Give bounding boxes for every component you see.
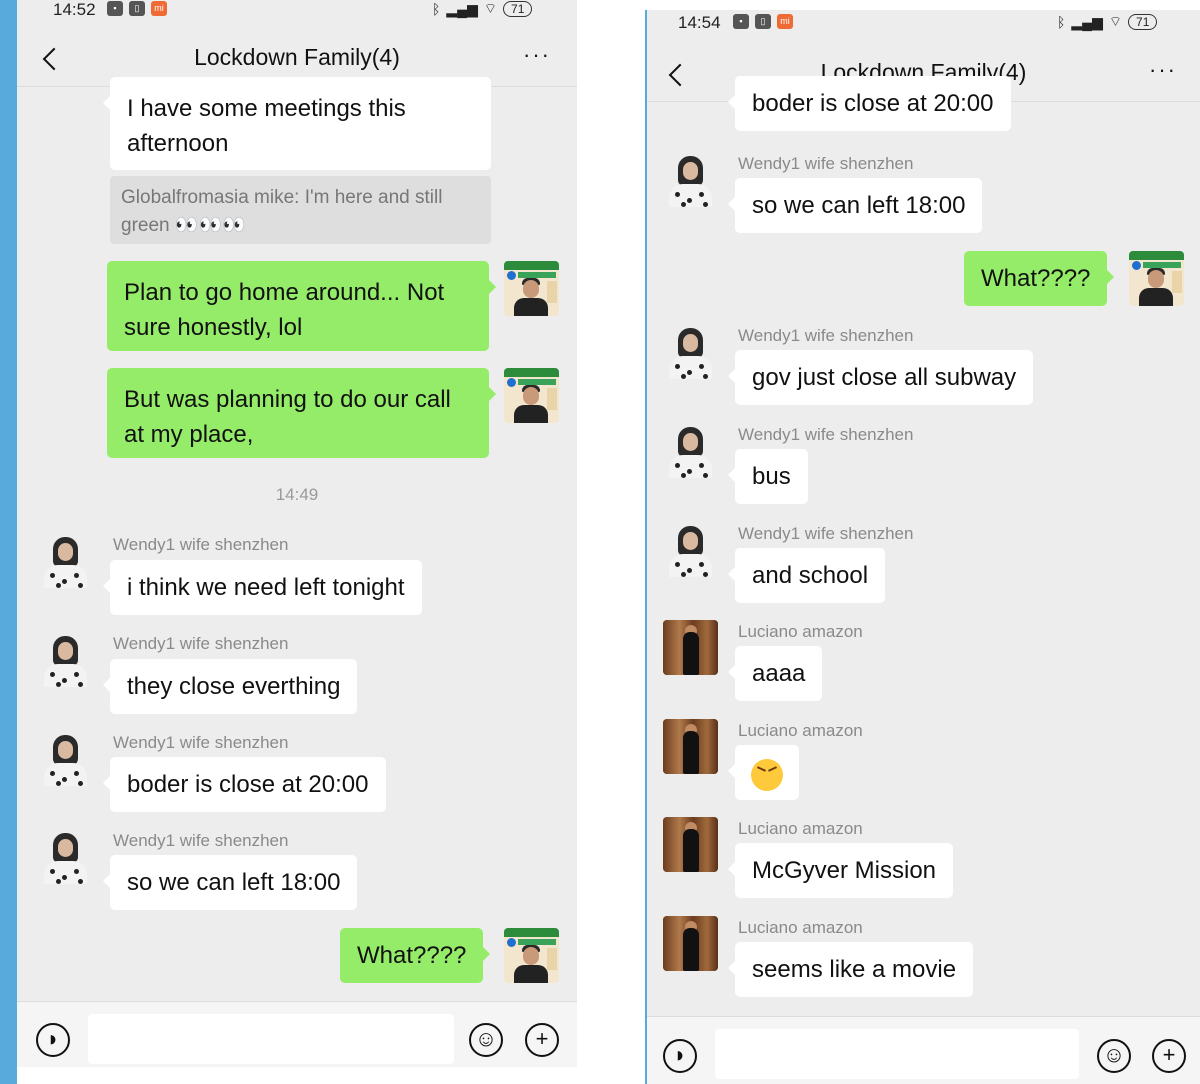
incoming-message-bubble[interactable]: so we can left 18:00 [727,178,983,233]
incoming-message-bubble[interactable]: and school [727,548,886,603]
add-icon[interactable]: + [1152,1039,1186,1073]
bluetooth-icon: ᛒ [1057,14,1066,30]
message-notification-icon: ▪ [107,1,123,16]
chat-title: Lockdown Family(4) [194,44,400,70]
my-avatar[interactable] [504,928,559,983]
message-bubble[interactable]: I have some meetings this afternoon [103,77,491,170]
sim-icon: ▯ [129,1,145,16]
incoming-message-bubble[interactable]: seems like a movie [727,942,974,997]
message-input[interactable] [715,1029,1079,1079]
angry-face-icon [751,758,783,791]
bluetooth-icon: ᛒ [432,1,441,17]
incoming-message-bubble[interactable] [728,745,799,800]
chat-screen-right: 14:54 ▪ ▯ mi ᛒ ▂▄▆ ⌔ 71 Lockdown Family(… [645,10,1200,1084]
status-time: 14:54 [678,13,721,32]
quoted-message[interactable]: Globalfromasia mike: I'm here and still … [110,176,491,244]
sender-name: Luciano amazon [738,819,863,838]
outgoing-message-bubble[interactable]: Plan to go home around... Not sure hones… [107,261,496,351]
sender-avatar[interactable] [663,916,718,971]
chat-screen-left: 14:52 ▪ ▯ mi ᛒ ▂▄▆ ⌔ 71 Lockdown Family(… [17,0,577,1067]
my-avatar[interactable] [1129,251,1184,306]
voice-input-icon[interactable]: ◗ [663,1039,697,1073]
status-bar: 14:54 ▪ ▯ mi ᛒ ▂▄▆ ⌔ 71 [647,10,1200,34]
my-avatar[interactable] [504,261,559,316]
my-avatar[interactable] [504,368,559,423]
message-input[interactable] [88,1014,454,1064]
incoming-message-bubble[interactable]: i think we need left tonight [103,560,422,615]
outgoing-message-bubble[interactable]: What???? [340,928,491,983]
outgoing-message-bubble[interactable]: What???? [964,251,1115,306]
message-list: boder is close at 20:00 Wendy1 wife shen… [647,76,1200,1016]
emoji-icon[interactable]: ☺ [469,1023,503,1057]
incoming-message-bubble[interactable]: boder is close at 20:00 [103,757,386,812]
mi-app-icon: mi [151,1,167,16]
input-bar: ◗ ☺ + [647,1016,1200,1084]
incoming-message-bubble[interactable]: bus [728,449,808,504]
sender-name: Wendy1 wife shenzhen [738,326,914,345]
sender-name: Wendy1 wife shenzhen [113,634,289,653]
sender-avatar[interactable] [663,522,718,577]
incoming-message-bubble[interactable]: gov just close all subway [727,350,1034,405]
voice-input-icon[interactable]: ◗ [36,1023,70,1057]
more-options-icon[interactable]: ··· [523,42,551,68]
message-list: I have some meetings this afternoon Glob… [17,77,577,1001]
sender-name: Wendy1 wife shenzhen [113,733,289,752]
input-bar: ◗ ☺ + [17,1001,577,1067]
window-edge [0,0,17,1084]
sender-name: Wendy1 wife shenzhen [113,535,289,554]
sender-name: Wendy1 wife shenzhen [738,154,914,173]
sim-icon: ▯ [755,14,771,29]
sender-avatar[interactable] [38,533,93,588]
sender-avatar[interactable] [663,817,718,872]
sender-avatar[interactable] [663,620,718,675]
message-notification-icon: ▪ [733,14,749,29]
signal-icon: ▂▄▆ [446,0,478,17]
sender-avatar[interactable] [663,719,718,774]
mi-app-icon: mi [777,14,793,29]
signal-icon: ▂▄▆ [1071,13,1103,30]
outgoing-message-bubble[interactable]: But was planning to do our call at my pl… [107,368,496,458]
incoming-message-bubble[interactable]: boder is close at 20:00 [728,76,1011,131]
message-timestamp: 14:49 [275,485,319,504]
wifi-icon: ⌔ [483,0,498,16]
sender-avatar[interactable] [663,423,718,478]
incoming-message-bubble[interactable]: so we can left 18:00 [102,855,358,910]
sender-name: Wendy1 wife shenzhen [738,425,914,444]
sender-name: Luciano amazon [738,622,863,641]
sender-name: Wendy1 wife shenzhen [113,831,289,850]
sender-name: Wendy1 wife shenzhen [738,524,914,543]
battery-icon: 71 [503,1,533,17]
status-time: 14:52 [53,0,96,19]
sender-avatar[interactable] [663,324,718,379]
sender-avatar[interactable] [38,632,93,687]
sender-avatar[interactable] [38,731,93,786]
sender-name: Luciano amazon [738,918,863,937]
add-icon[interactable]: + [525,1023,559,1057]
incoming-message-bubble[interactable]: McGyver Mission [727,843,954,898]
battery-icon: 71 [1128,14,1158,30]
incoming-message-bubble[interactable]: they close everthing [102,659,358,714]
status-bar: 14:52 ▪ ▯ mi ᛒ ▂▄▆ ⌔ 71 [17,0,577,24]
sender-name: Luciano amazon [738,721,863,740]
sender-avatar[interactable] [38,829,93,884]
sender-avatar[interactable] [663,152,718,207]
wifi-icon: ⌔ [1108,13,1123,29]
incoming-message-bubble[interactable]: aaaa [727,646,823,701]
emoji-icon[interactable]: ☺ [1097,1039,1131,1073]
more-options-icon[interactable]: ··· [1149,57,1177,83]
